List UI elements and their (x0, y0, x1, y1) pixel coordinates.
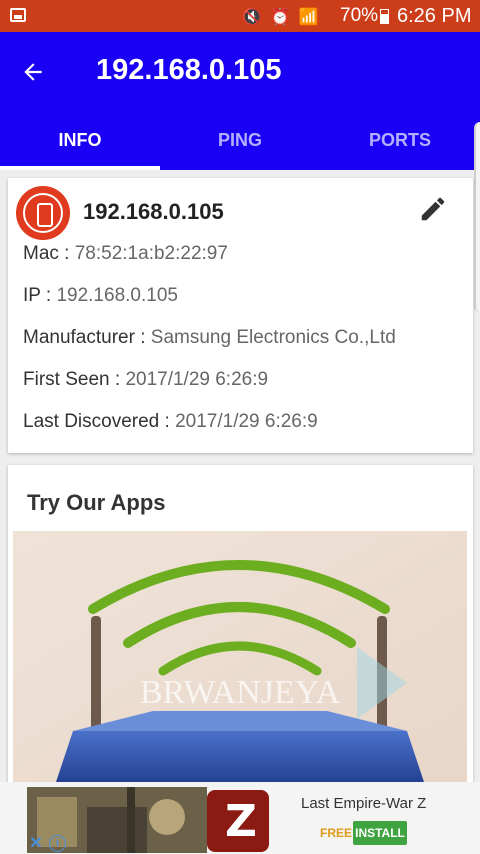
tab-ping[interactable]: PING (160, 120, 320, 170)
close-icon[interactable]: ✕ (27, 835, 45, 853)
mac-value: 78:52:1a:b2:22:97 (74, 243, 228, 264)
status-bar: 🔇 ⏰ 📶 70% 6:26 PM (0, 0, 480, 32)
mac-label: Mac : (23, 243, 70, 264)
signal-icon: 📶 (298, 9, 321, 26)
last-discovered-row: Last Discovered : 2017/1/29 6:26:9 (23, 411, 318, 433)
app-bar: 192.168.0.105 INFO PING PORTS (0, 32, 480, 312)
first-seen-label: First Seen : (23, 369, 121, 390)
first-seen-value: 2017/1/29 6:26:9 (125, 369, 269, 390)
tab-info[interactable]: INFO (0, 120, 160, 170)
apps-title: Try Our Apps (27, 490, 166, 515)
last-discovered-value: 2017/1/29 6:26:9 (175, 411, 318, 432)
image-icon (10, 8, 26, 22)
arrow-left-icon (24, 63, 42, 81)
battery-percent: 70% (340, 5, 379, 26)
status-time: 6:26 PM (397, 5, 472, 27)
manufacturer-label: Manufacturer : (23, 327, 146, 348)
manufacturer-row: Manufacturer : Samsung Electronics Co.,L… (23, 327, 396, 349)
edit-button[interactable] (418, 194, 448, 224)
page-title: 192.168.0.105 (96, 54, 282, 86)
device-info-card: 192.168.0.105 Mac : 78:52:1a:b2:22:97 IP… (8, 178, 473, 453)
first-seen-row: First Seen : 2017/1/29 6:26:9 (23, 369, 268, 391)
battery-icon (380, 9, 389, 24)
apps-card: Try Our Apps BRWANJEYA (8, 465, 473, 785)
info-icon[interactable]: i (49, 835, 66, 852)
ip-label: IP : (23, 285, 52, 306)
device-title: 192.168.0.105 (83, 199, 224, 224)
app-banner[interactable]: BRWANJEYA (13, 531, 467, 785)
tab-bar: INFO PING PORTS (0, 120, 480, 170)
install-button[interactable]: INSTALL (353, 821, 407, 845)
mute-icon: 🔇 (242, 9, 264, 26)
ad-app-name: Last Empire-War Z (301, 795, 427, 812)
ad-banner[interactable]: Z Last Empire-War Z FREE INSTALL ✕ i (0, 782, 480, 854)
ad-price: FREE (320, 826, 353, 840)
manufacturer-value: Samsung Electronics Co.,Ltd (150, 327, 396, 348)
ip-row: IP : 192.168.0.105 (23, 285, 178, 307)
device-avatar (16, 186, 70, 240)
back-button[interactable] (14, 54, 54, 90)
tab-indicator (0, 166, 160, 170)
mac-row: Mac : 78:52:1a:b2:22:97 (23, 243, 228, 265)
last-discovered-label: Last Discovered : (23, 411, 170, 432)
banner-watermark: BRWANJEYA (140, 674, 341, 711)
ip-value: 192.168.0.105 (56, 285, 178, 306)
phone-icon (23, 193, 63, 233)
tab-ports[interactable]: PORTS (320, 120, 480, 170)
ad-game-icon: Z (207, 790, 269, 852)
pencil-icon (421, 197, 445, 221)
alarm-icon: ⏰ (270, 9, 293, 26)
status-icons: 🔇 ⏰ 📶 (242, 7, 321, 27)
